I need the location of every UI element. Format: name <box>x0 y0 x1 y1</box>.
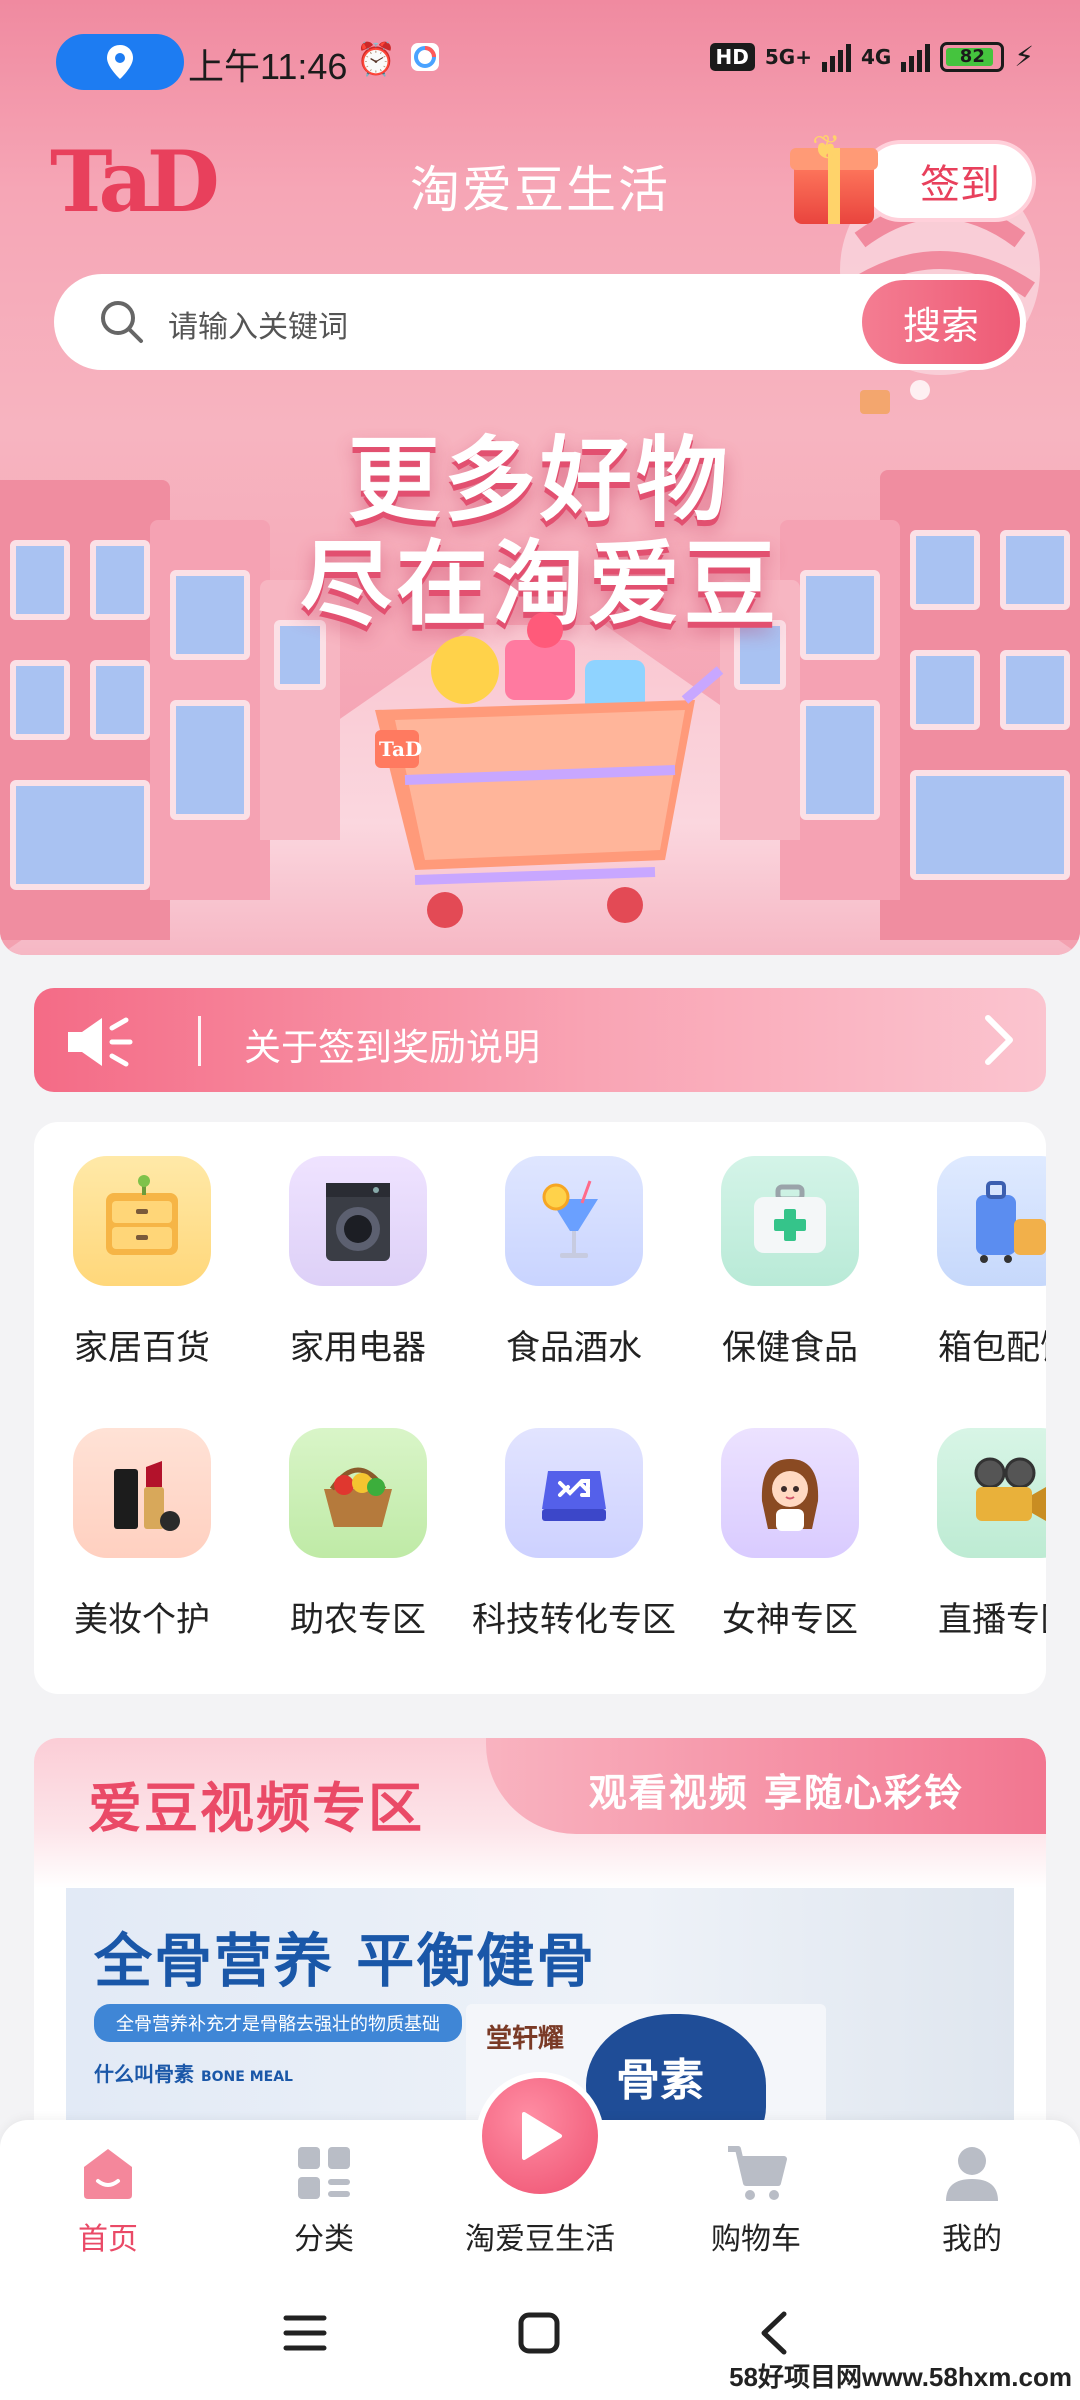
nav-cart[interactable]: 购物车 <box>648 2142 864 2258</box>
shopping-cart-illustration: TaD <box>375 612 724 928</box>
network-5g-label: 5G+ <box>764 44 812 69</box>
battery-icon: 82 <box>940 41 1005 72</box>
category-label: 家用电器 <box>290 1328 426 1368</box>
play-icon <box>482 2078 598 2194</box>
tech-icon <box>505 1428 643 1558</box>
home-square-icon[interactable] <box>516 2310 562 2356</box>
nav-category[interactable]: 分类 <box>216 2142 432 2258</box>
center-play-button[interactable] <box>476 2072 604 2200</box>
grid-icon <box>216 2142 432 2204</box>
location-pin-icon <box>107 45 133 79</box>
home-icon <box>0 2142 216 2204</box>
video-zone-subtitle[interactable]: 观看视频 享随心彩铃 <box>589 1762 964 1817</box>
ad-chip: 全骨营养补充才是骨骼去强壮的物质基础 <box>94 2004 462 2042</box>
svg-text:TaD: TaD <box>379 737 422 761</box>
chevron-right-icon <box>985 1015 1013 1065</box>
category-label: 保健食品 <box>722 1328 858 1368</box>
notice-text: 关于签到奖励说明 <box>244 1026 540 1069</box>
checkin-reward-notice[interactable]: 关于签到奖励说明 <box>34 988 1046 1092</box>
search-icon <box>101 301 143 343</box>
checkin-button[interactable]: 签到 <box>860 140 1036 222</box>
location-indicator[interactable] <box>56 34 184 90</box>
category-item-live-stream[interactable]: 直播专区 <box>898 1428 1046 1641</box>
charging-icon: ⚡ <box>1014 40 1034 73</box>
cabinet-icon <box>73 1156 211 1286</box>
speaker-icon <box>68 1017 133 1067</box>
ad-title: 全骨营养 平衡健骨 <box>94 1927 597 1995</box>
nav-label: 分类 <box>294 2222 354 2257</box>
category-label: 助农专区 <box>290 1600 426 1640</box>
ad-subtitle: 什么叫骨素 BONE MEAL <box>94 2058 293 2087</box>
watermark: 58好项目网www.58hxm.com <box>729 2362 1072 2392</box>
app-notification-icon <box>410 42 440 80</box>
category-label: 家居百货 <box>74 1328 210 1368</box>
notice-divider <box>198 1016 201 1066</box>
category-item-appliances[interactable]: 家用电器 <box>250 1156 466 1369</box>
category-grid: 家居百货 家用电器 食品酒水 保健食品 箱包配饰 美妆个护 助农专区 <box>34 1122 1046 1694</box>
category-item-goddess[interactable]: 女神专区 <box>682 1428 898 1641</box>
ad-subtitle-en: BONE MEAL <box>200 2069 293 2085</box>
gift-icon[interactable]: ❦ <box>790 128 878 224</box>
ad-subtitle-cn: 什么叫骨素 <box>94 2062 194 2086</box>
back-icon[interactable] <box>752 2310 798 2356</box>
status-time: 上午11:46 <box>188 46 348 87</box>
user-icon <box>864 2142 1080 2204</box>
video-zone-title: 爱豆视频专区 <box>88 1777 424 1840</box>
nav-label: 我的 <box>942 2222 1002 2257</box>
category-item-beauty[interactable]: 美妆个护 <box>34 1428 250 1641</box>
camera-icon <box>937 1428 1046 1558</box>
hd-badge: HD <box>709 42 755 71</box>
category-item-luggage[interactable]: 箱包配饰 <box>898 1156 1046 1369</box>
search-button[interactable]: 搜索 <box>862 280 1020 364</box>
category-label: 直播专区 <box>938 1600 1046 1640</box>
category-item-tech-transfer[interactable]: 科技转化专区 <box>466 1428 682 1641</box>
category-item-food-drinks[interactable]: 食品酒水 <box>466 1156 682 1369</box>
luggage-icon <box>937 1156 1046 1286</box>
lipstick-icon <box>73 1428 211 1558</box>
nav-label: 首页 <box>78 2222 138 2257</box>
alarm-icon: ⏰ <box>356 40 396 78</box>
signal-icon <box>901 42 931 72</box>
network-4g-label: 4G <box>860 44 892 69</box>
category-label: 美妆个护 <box>74 1600 210 1640</box>
nav-label: 淘爱豆生活 <box>465 2222 615 2257</box>
goddess-icon <box>721 1428 859 1558</box>
nav-profile[interactable]: 我的 <box>864 2142 1080 2258</box>
nav-home[interactable]: 首页 <box>0 2142 216 2258</box>
category-label: 女神专区 <box>722 1600 858 1640</box>
category-item-health-food[interactable]: 保健食品 <box>682 1156 898 1369</box>
vegetable-basket-icon <box>289 1428 427 1558</box>
cart-icon <box>648 2142 864 2204</box>
washing-machine-icon <box>289 1156 427 1286</box>
system-navigation-bar: 58好项目网www.58hxm.com <box>0 2270 1080 2400</box>
signal-icon <box>821 42 851 72</box>
battery-level: 82 <box>959 46 985 67</box>
category-item-home-goods[interactable]: 家居百货 <box>34 1156 250 1369</box>
category-label: 科技转化专区 <box>472 1600 676 1640</box>
first-aid-icon <box>721 1156 859 1286</box>
category-item-agriculture[interactable]: 助农专区 <box>250 1428 466 1641</box>
product-name: 骨素 <box>616 2055 704 2106</box>
status-bar: 上午11:46 ⏰ HD 5G+ 4G 82 ⚡ <box>0 30 1080 92</box>
search-bar[interactable]: 请输入关键词 搜索 <box>54 274 1026 370</box>
nav-label: 购物车 <box>711 2222 801 2257</box>
menu-icon[interactable] <box>282 2310 328 2356</box>
search-input[interactable]: 请输入关键词 <box>168 302 348 346</box>
hero-banner[interactable]: 上午11:46 ⏰ HD 5G+ 4G 82 ⚡ TaD 淘爱豆生活 签到 ❦ … <box>0 0 1080 955</box>
drink-icon <box>505 1156 643 1286</box>
category-label: 食品酒水 <box>506 1328 642 1368</box>
product-brand: 堂轩耀 <box>486 2024 565 2054</box>
category-label: 箱包配饰 <box>938 1328 1046 1368</box>
